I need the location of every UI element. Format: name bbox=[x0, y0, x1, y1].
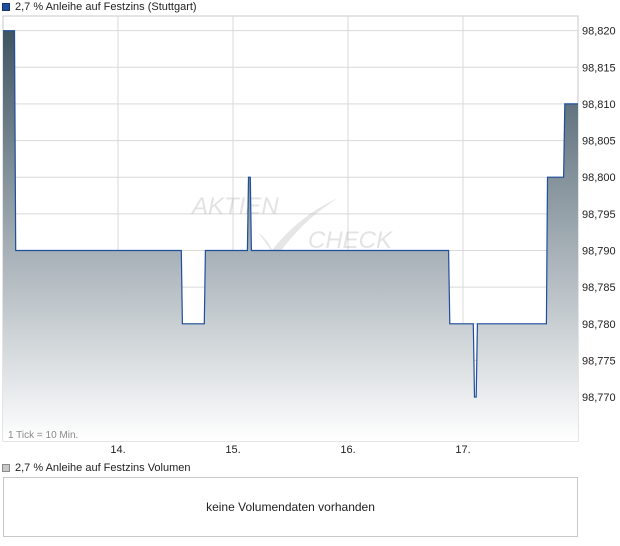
y-tick-label: 98,810 bbox=[582, 99, 616, 111]
y-tick-label: 98,785 bbox=[582, 282, 616, 294]
x-axis-ticks: 14. 15. 16. 17. bbox=[110, 444, 470, 456]
y-tick-label: 98,770 bbox=[582, 392, 616, 404]
y-tick-label: 98,820 bbox=[582, 26, 616, 38]
watermark-left-text: AKTIEN bbox=[190, 193, 279, 220]
x-tick-label: 16. bbox=[340, 444, 355, 456]
volume-legend: 2,7 % Anleihe auf Festzins Volumen bbox=[2, 461, 191, 475]
y-tick-label: 98,815 bbox=[582, 62, 616, 74]
y-tick-label: 98,775 bbox=[582, 355, 616, 367]
y-tick-label: 98,805 bbox=[582, 136, 616, 148]
y-tick-label: 98,795 bbox=[582, 209, 616, 221]
y-tick-label: 98,790 bbox=[582, 245, 616, 257]
x-tick-label: 17. bbox=[455, 444, 470, 456]
no-volume-message: keine Volumendaten vorhanden bbox=[206, 500, 375, 514]
price-chart: AKTIEN CHECK 98,77098,77598,78098,78598,… bbox=[2, 15, 616, 456]
volume-legend-label: 2,7 % Anleihe auf Festzins Volumen bbox=[15, 462, 191, 474]
x-tick-label: 14. bbox=[110, 444, 125, 456]
volume-legend-swatch bbox=[2, 464, 10, 472]
volume-chart: keine Volumendaten vorhanden bbox=[3, 477, 578, 537]
y-tick-label: 98,780 bbox=[582, 319, 616, 331]
tick-interval-note: 1 Tick = 10 Min. bbox=[8, 430, 78, 441]
y-axis-ticks: 98,770 98,775 98,780 98,785 98,790 98,795 98,8… bbox=[582, 26, 616, 404]
y-tick-label: 98,800 bbox=[582, 172, 616, 184]
x-tick-label: 15. bbox=[225, 444, 240, 456]
